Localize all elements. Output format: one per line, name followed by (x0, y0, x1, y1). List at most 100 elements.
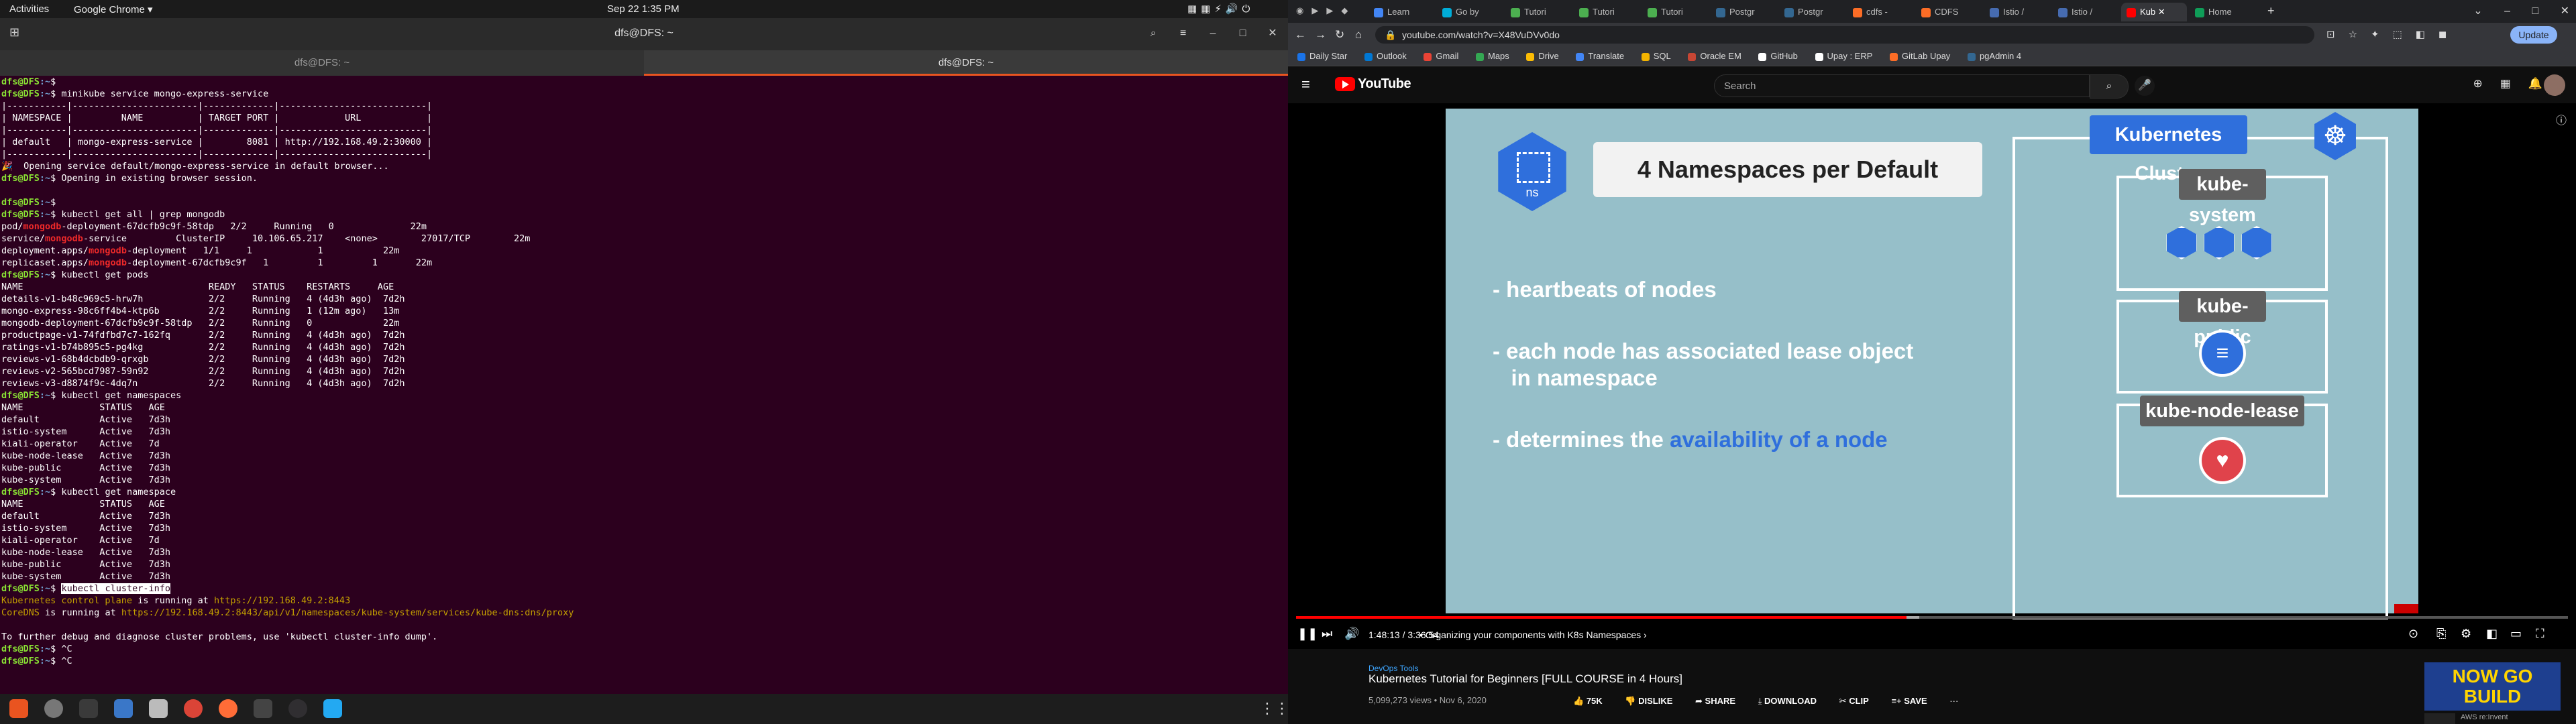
next-video-thumbnail[interactable] (2424, 713, 2455, 724)
search-input[interactable]: Search (1714, 74, 2090, 97)
miniplayer-icon[interactable]: ◧ (2486, 627, 2498, 641)
minimize-icon[interactable]: – (1204, 25, 1222, 42)
chrome-icon[interactable] (184, 699, 203, 718)
pause-icon[interactable]: ❚❚ (1297, 627, 1318, 641)
forward-icon[interactable]: → (1315, 28, 1326, 42)
bookmark-item[interactable]: GitLab Upay (1890, 51, 1950, 61)
search-icon[interactable]: ⌕ (1144, 25, 1162, 42)
autoplay-toggle[interactable]: ⊙ (2408, 627, 2418, 641)
address-bar[interactable]: 🔒 youtube.com/watch?v=X48VuDVv0do (1375, 26, 2314, 44)
subtitles-icon[interactable]: ⎘ (2436, 627, 2446, 641)
chrome-tab[interactable]: Learn (1368, 3, 1434, 21)
search-icon[interactable]: ⌕ (2090, 74, 2129, 99)
chrome-tab[interactable]: Tutori (1505, 3, 1571, 21)
screenshot-icon[interactable] (254, 699, 272, 718)
avatar[interactable] (2544, 74, 2565, 96)
bookmark-item[interactable]: Oracle EM (1688, 51, 1741, 61)
home-icon[interactable]: ⌂ (1355, 28, 1362, 42)
bookmark-item[interactable]: Outlook (1364, 51, 1407, 61)
hamburger-icon[interactable]: ≡ (1301, 76, 1310, 93)
chapter-title[interactable]: • Organizing your components with K8s Na… (1419, 629, 1647, 640)
chrome-tab[interactable]: Go by (1437, 3, 1503, 21)
channel-link[interactable]: DevOps Tools (1368, 664, 1418, 673)
more-button[interactable]: ··· (1949, 696, 1958, 706)
terminal-tab-active[interactable]: dfs@DFS: ~ (644, 50, 1288, 76)
activities-button[interactable]: Activities (9, 3, 49, 15)
clock[interactable]: Sep 22 1:35 PM (607, 3, 680, 15)
show-apps-icon[interactable]: ⋮⋮⋮ (1260, 699, 1304, 718)
chrome-tab[interactable]: Tutori (1642, 3, 1708, 21)
settings-icon[interactable]: ⚙ (2461, 627, 2471, 641)
vscode-icon[interactable] (323, 699, 342, 718)
chrome-tab[interactable]: Postgr (1711, 3, 1776, 21)
chrome-tab[interactable]: Tutori (1574, 3, 1640, 21)
video-player[interactable]: ns 4 Namespaces per Default - heartbeats… (1288, 103, 2576, 649)
files-icon[interactable] (149, 699, 168, 718)
apps-icon[interactable]: ▦ (2500, 77, 2528, 90)
bookmark-item[interactable]: SQL (1641, 51, 1671, 61)
dislike-button[interactable]: 👎 DISLIKE (1625, 696, 1672, 706)
extension-icons[interactable]: ⊡☆✦⬚◧◼ (2326, 28, 2460, 40)
save-button[interactable]: ≡+ SAVE (1891, 696, 1927, 706)
coredns-url[interactable]: https://192.168.49.2:8443/api/v1/namespa… (121, 607, 574, 618)
clip-button[interactable]: ✂ CLIP (1839, 696, 1869, 706)
minimize-icon[interactable]: – (2504, 5, 2510, 17)
close-icon[interactable]: ✕ (2561, 5, 2569, 17)
app-menu[interactable]: Google Chrome ▾ (74, 3, 153, 15)
chrome-tab[interactable]: Home (2190, 3, 2255, 21)
bookmark-item[interactable]: Maps (1476, 51, 1509, 61)
youtube-logo[interactable]: YouTube (1335, 76, 1411, 92)
progress-bar[interactable] (1296, 616, 2568, 619)
mic-icon[interactable]: 🎤 (2135, 76, 2155, 96)
bookmark-item[interactable]: Gmail (1424, 51, 1458, 61)
fullscreen-icon[interactable]: ⛶ (2536, 627, 2544, 641)
bookmark-item[interactable]: Daily Star (1297, 51, 1347, 61)
reload-icon[interactable]: ↻ (1335, 28, 1344, 42)
bookmark-item[interactable]: Drive (1526, 51, 1559, 61)
chrome-tab[interactable]: Istio / (1984, 3, 2050, 21)
volume-icon[interactable]: 🔊 (1344, 627, 1359, 641)
postman-icon[interactable] (219, 699, 237, 718)
create-icon[interactable]: ⊕ (2473, 77, 2500, 90)
back-icon[interactable]: ← (1295, 28, 1306, 42)
maximize-icon[interactable]: □ (1234, 25, 1252, 42)
next-icon[interactable]: ⏭ (1322, 627, 1332, 641)
chrome-tab[interactable]: Istio / (2053, 3, 2118, 21)
update-button[interactable]: Update (2510, 26, 2557, 44)
bookmark-item[interactable]: Upay : ERP (1815, 51, 1872, 61)
pinned-tabs[interactable]: ◉▶▶◆ (1296, 5, 1356, 16)
bookmark-item[interactable]: pgAdmin 4 (1967, 51, 2021, 61)
close-icon[interactable]: ✕ (1264, 25, 1281, 42)
tab-search-icon[interactable]: ⌄ (2473, 5, 2482, 17)
download-button[interactable]: ⤓ DOWNLOAD (1758, 696, 1817, 706)
ad-banner[interactable]: NOW GO BUILD (2424, 662, 2561, 711)
new-tab-button[interactable]: + (2267, 4, 2275, 18)
chrome-tab-active[interactable]: Kub ✕ (2121, 3, 2187, 21)
control-plane-url[interactable]: https://192.168.49.2:8443 (214, 595, 350, 606)
info-icon[interactable]: ⓘ (2556, 111, 2567, 127)
chrome-tab[interactable]: CDFS (1916, 3, 1982, 21)
theater-icon[interactable]: ▭ (2510, 627, 2522, 641)
terminal-tab[interactable]: dfs@DFS: ~ (0, 50, 644, 76)
settings-icon[interactable] (44, 699, 63, 718)
bookmark-item[interactable]: Translate (1576, 51, 1624, 61)
share-button[interactable]: ➦ SHARE (1695, 696, 1735, 706)
prompt-user: dfs@DFS (1, 644, 40, 654)
chrome-tab[interactable]: Postgr (1779, 3, 1845, 21)
ubuntu-software-icon[interactable] (9, 699, 28, 718)
maximize-icon[interactable]: □ (2532, 5, 2538, 17)
like-button[interactable]: 👍 75K (1573, 696, 1603, 706)
tab-favicon (2058, 7, 2068, 17)
slide-bullet: - determines the availability of a node (1493, 426, 1888, 453)
tab-close-icon[interactable]: ✕ (2158, 7, 2165, 17)
chrome-tab[interactable]: cdfs - (1847, 3, 1913, 21)
system-tray[interactable]: ▦▦⚡🔊⏻ (1187, 3, 1254, 15)
lock-icon[interactable]: 🔒 (1385, 26, 1396, 44)
terminal-app-icon[interactable] (79, 699, 98, 718)
bookmark-item[interactable]: GitHub (1758, 51, 1798, 61)
next-video-title[interactable]: AWS re:Invent (2461, 713, 2508, 721)
terminal-output[interactable]: dfs@DFS:~$ dfs@DFS:~$ minikube service m… (0, 76, 1288, 666)
obs-icon[interactable] (288, 699, 307, 718)
libreoffice-writer-icon[interactable] (114, 699, 133, 718)
menu-icon[interactable]: ≡ (1175, 25, 1192, 42)
